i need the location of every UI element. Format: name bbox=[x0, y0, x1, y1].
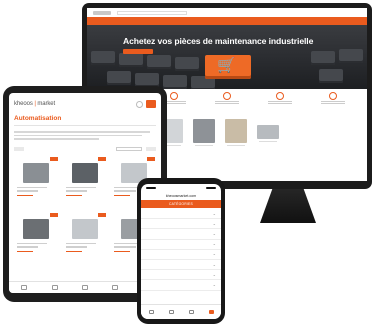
hero-cta-button[interactable] bbox=[123, 49, 153, 54]
product-card[interactable] bbox=[15, 212, 58, 265]
category-item[interactable]: ⌄ bbox=[141, 280, 221, 291]
signal-icon bbox=[206, 186, 216, 190]
tablet-results-toolbar bbox=[9, 142, 161, 154]
discount-badge bbox=[49, 212, 58, 217]
feature-icon bbox=[222, 92, 231, 100]
product-image bbox=[23, 218, 50, 239]
logo-secondary-text: market bbox=[37, 101, 56, 107]
nav-cart[interactable] bbox=[208, 310, 214, 314]
chevron-down-icon: ⌄ bbox=[212, 261, 216, 267]
results-count-placeholder bbox=[14, 146, 24, 151]
cart-icon[interactable] bbox=[146, 100, 156, 108]
product-price bbox=[114, 250, 131, 253]
clock-placeholder bbox=[146, 186, 156, 190]
discount-badge bbox=[98, 212, 107, 217]
desktop-topbar bbox=[87, 8, 367, 17]
phone-categories-header: CATÉGORIES bbox=[141, 200, 221, 208]
home-icon[interactable] bbox=[21, 285, 28, 290]
product-image bbox=[257, 125, 279, 139]
sort-select[interactable] bbox=[116, 146, 142, 151]
tablet-header: kheoos | market bbox=[9, 93, 161, 115]
feature-item bbox=[263, 92, 297, 117]
monitor-stand bbox=[260, 189, 316, 223]
discount-badge bbox=[147, 156, 155, 161]
product-card[interactable] bbox=[255, 119, 281, 157]
nav-account[interactable] bbox=[188, 310, 194, 314]
phone-url: kheoosmarket.com bbox=[165, 194, 197, 198]
title-divider bbox=[14, 125, 156, 126]
feature-item bbox=[316, 92, 350, 117]
phone-url-bar[interactable]: kheoosmarket.com bbox=[141, 192, 221, 200]
nav-search[interactable] bbox=[168, 310, 174, 314]
tablet-page-title: Automatisation bbox=[14, 115, 62, 122]
phone-status-bar bbox=[141, 184, 221, 192]
discount-badge bbox=[49, 156, 58, 161]
user-icon[interactable] bbox=[136, 100, 143, 108]
product-card[interactable] bbox=[64, 156, 107, 209]
category-item[interactable]: ⌄ bbox=[141, 270, 221, 281]
product-price bbox=[65, 194, 82, 197]
desktop-nav-bar bbox=[87, 17, 367, 25]
chevron-down-icon: ⌄ bbox=[212, 220, 216, 226]
product-price bbox=[114, 194, 131, 197]
home-icon bbox=[148, 310, 154, 314]
category-item[interactable]: ⌄ bbox=[141, 219, 221, 230]
tablet-header-icons bbox=[136, 100, 156, 108]
product-image bbox=[71, 162, 98, 183]
category-item[interactable]: ⌄ bbox=[141, 209, 221, 220]
feature-icon bbox=[275, 92, 284, 100]
feature-icon bbox=[170, 92, 179, 100]
product-card[interactable] bbox=[223, 119, 249, 157]
product-card[interactable] bbox=[64, 212, 107, 265]
phone-category-list: ⌄ ⌄ ⌄ ⌄ ⌄ ⌄ ⌄ ⌄ bbox=[141, 208, 221, 292]
account-icon bbox=[188, 310, 194, 314]
phone-bottom-nav bbox=[141, 304, 221, 319]
chevron-down-icon: ⌄ bbox=[212, 210, 216, 216]
discount-badge bbox=[98, 156, 107, 161]
desktop-hero-banner: 🛒 Achetez vos pièces de maintenance indu… bbox=[87, 25, 367, 89]
view-toggle[interactable] bbox=[146, 146, 156, 151]
hero-title: Achetez vos pièces de maintenance indust… bbox=[123, 36, 314, 46]
product-price bbox=[65, 250, 82, 253]
shopping-cart-icon: 🛒 bbox=[217, 57, 236, 74]
category-item[interactable]: ⌄ bbox=[141, 260, 221, 271]
chevron-down-icon: ⌄ bbox=[212, 241, 216, 247]
orange-cart-key: 🛒 bbox=[205, 55, 251, 79]
category-item[interactable]: ⌄ bbox=[141, 240, 221, 250]
phone-screen: kheoosmarket.com CATÉGORIES ⌄ ⌄ ⌄ ⌄ ⌄ ⌄ … bbox=[141, 184, 221, 319]
account-icon[interactable] bbox=[112, 285, 119, 290]
search-icon bbox=[168, 310, 174, 314]
product-image bbox=[225, 119, 247, 143]
chevron-down-icon: ⌄ bbox=[212, 230, 216, 236]
product-price bbox=[17, 250, 33, 253]
nav-home[interactable] bbox=[148, 310, 154, 314]
tablet-description bbox=[9, 129, 161, 142]
desktop-search-input[interactable] bbox=[117, 10, 187, 15]
categories-icon[interactable] bbox=[51, 285, 58, 290]
product-image bbox=[193, 119, 215, 143]
cart-icon bbox=[208, 310, 214, 314]
logo-primary-text: kheoos bbox=[14, 101, 33, 107]
product-image bbox=[71, 218, 98, 239]
feature-item bbox=[210, 92, 244, 117]
chevron-down-icon: ⌄ bbox=[212, 271, 216, 277]
product-price bbox=[17, 194, 33, 197]
desktop-logo bbox=[93, 10, 111, 15]
product-card[interactable] bbox=[191, 119, 217, 157]
product-image bbox=[23, 162, 50, 183]
product-card[interactable] bbox=[15, 156, 58, 209]
tablet-logo[interactable]: kheoos | market bbox=[14, 101, 55, 107]
search-icon[interactable] bbox=[81, 285, 88, 290]
category-item[interactable]: ⌄ bbox=[141, 250, 221, 260]
chevron-down-icon: ⌄ bbox=[212, 251, 216, 257]
categories-label: CATÉGORIES bbox=[169, 202, 193, 206]
feature-icon bbox=[328, 92, 337, 100]
phone-device: kheoosmarket.com CATÉGORIES ⌄ ⌄ ⌄ ⌄ ⌄ ⌄ … bbox=[137, 178, 225, 324]
chevron-down-icon: ⌄ bbox=[212, 281, 216, 287]
category-item[interactable]: ⌄ bbox=[141, 229, 221, 240]
